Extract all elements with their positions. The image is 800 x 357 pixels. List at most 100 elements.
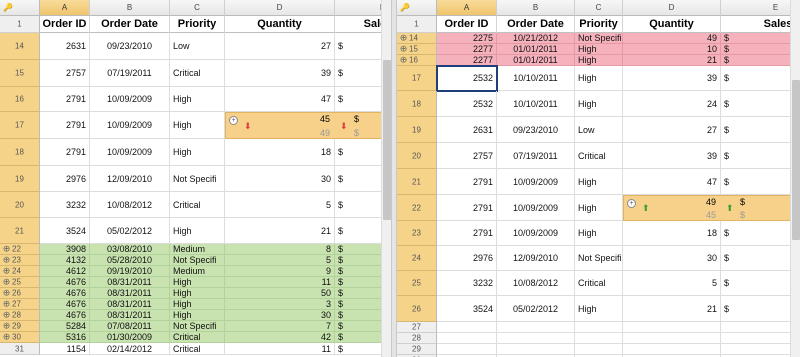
sales-cell[interactable]: $507: [721, 221, 800, 245]
column-letter-E[interactable]: E: [721, 0, 800, 16]
row-number-17[interactable]: 17: [0, 112, 40, 139]
order-date-cell[interactable]: 07/19/2011: [497, 143, 575, 168]
order-date-cell[interactable]: 10/08/2012: [497, 271, 575, 295]
order-date-cell[interactable]: 08/31/2011: [90, 277, 170, 287]
empty-cell[interactable]: [721, 333, 800, 344]
empty-cell[interactable]: [437, 322, 497, 333]
order-id-cell[interactable]: 2532: [437, 91, 497, 116]
select-all-corner[interactable]: 🔑: [397, 0, 437, 16]
row-number-19[interactable]: 19: [0, 166, 40, 192]
expand-icon[interactable]: +: [229, 116, 238, 125]
empty-cell[interactable]: [575, 344, 623, 355]
order-id-cell[interactable]: 2791: [40, 112, 90, 138]
row-number-1[interactable]: 1: [0, 16, 40, 33]
order-date-cell[interactable]: 09/23/2010: [90, 33, 170, 59]
order-id-cell[interactable]: 2791: [437, 169, 497, 194]
column-header-B[interactable]: Order Date: [90, 16, 170, 33]
order-id-cell[interactable]: 2631: [40, 33, 90, 59]
expand-icon[interactable]: ⊕: [2, 332, 11, 342]
scrollbar-thumb[interactable]: [792, 80, 800, 240]
order-id-cell[interactable]: 2791: [437, 195, 497, 220]
order-date-cell[interactable]: 01/01/2011: [497, 55, 575, 65]
row-number-18[interactable]: 18: [397, 91, 437, 117]
scrollbar-thumb[interactable]: [383, 60, 391, 220]
order-id-cell[interactable]: 4612: [40, 266, 90, 276]
priority-cell[interactable]: Critical: [170, 332, 225, 342]
expand-icon[interactable]: ⊕: [2, 310, 11, 320]
row-number-18[interactable]: 18: [0, 139, 40, 166]
quantity-cell[interactable]: 11: [225, 343, 335, 354]
order-id-cell[interactable]: 2277: [437, 44, 497, 54]
order-date-cell[interactable]: 05/28/2010: [90, 255, 170, 265]
order-id-cell[interactable]: 2791: [40, 87, 90, 111]
order-date-cell[interactable]: 10/10/2011: [497, 66, 575, 90]
empty-cell[interactable]: [623, 322, 721, 333]
empty-cell[interactable]: [575, 333, 623, 344]
order-id-cell[interactable]: 1154: [40, 343, 90, 354]
row-number-1[interactable]: 1: [397, 16, 437, 33]
empty-cell[interactable]: [437, 333, 497, 344]
order-id-cell[interactable]: 2631: [437, 117, 497, 142]
order-date-cell[interactable]: 10/09/2009: [90, 139, 170, 165]
row-number-20[interactable]: 20: [0, 192, 40, 218]
quantity-cell[interactable]: 30: [623, 246, 721, 270]
empty-cell[interactable]: [575, 322, 623, 333]
priority-cell[interactable]: High: [575, 169, 623, 194]
row-number-28[interactable]: ⊕ 28: [0, 310, 40, 321]
empty-cell[interactable]: [623, 333, 721, 344]
quantity-cell[interactable]: 21: [225, 218, 335, 243]
row-number-17[interactable]: 17: [397, 66, 437, 91]
column-letter-D[interactable]: D: [225, 0, 335, 16]
priority-cell[interactable]: Not Specifi: [170, 166, 225, 191]
sales-cell[interactable]: $66: [721, 44, 800, 54]
column-letter-B[interactable]: B: [90, 0, 170, 16]
priority-cell[interactable]: High: [170, 310, 225, 320]
order-date-cell[interactable]: 08/31/2011: [90, 310, 170, 320]
right-spreadsheet-pane[interactable]: 🔑 A B C D E Order ID Order Date Priority Quantity…: [397, 0, 800, 357]
left-spreadsheet-pane[interactable]: 🔑ABCDEOrder IDOrder DatePriorityQuantity…: [0, 0, 391, 357]
row-number-15[interactable]: ⊕ 15: [397, 44, 437, 55]
order-date-cell[interactable]: 12/09/2010: [497, 246, 575, 270]
expand-icon[interactable]: ⊕: [2, 266, 11, 276]
order-id-cell[interactable]: 4676: [40, 277, 90, 287]
expand-icon[interactable]: ⊕: [2, 277, 11, 287]
row-number-29[interactable]: ⊕ 29: [0, 321, 40, 332]
priority-cell[interactable]: Critical: [170, 343, 225, 354]
row-number-27[interactable]: ⊕ 27: [0, 299, 40, 310]
vertical-scrollbar[interactable]: [790, 0, 800, 357]
priority-cell[interactable]: Critical: [575, 271, 623, 295]
empty-cell[interactable]: [721, 322, 800, 333]
order-id-cell[interactable]: 2275: [437, 33, 497, 43]
quantity-cell[interactable]: 18: [623, 221, 721, 245]
quantity-cell[interactable]: 8: [225, 244, 335, 254]
column-header-E[interactable]: Sales (USD): [721, 16, 800, 33]
order-date-cell[interactable]: 09/19/2010: [90, 266, 170, 276]
quantity-cell[interactable]: 10: [623, 44, 721, 54]
row-number-15[interactable]: 15: [0, 60, 40, 87]
sales-cell[interactable]: $278: [721, 33, 800, 43]
quantity-cell[interactable]: 39: [623, 143, 721, 168]
column-letter-B[interactable]: B: [497, 0, 575, 16]
order-date-cell[interactable]: 10/08/2012: [90, 192, 170, 217]
priority-cell[interactable]: High: [575, 44, 623, 54]
priority-cell[interactable]: High: [575, 66, 623, 90]
order-id-cell[interactable]: 5316: [40, 332, 90, 342]
row-number-24[interactable]: ⊕ 24: [0, 266, 40, 277]
priority-cell[interactable]: Critical: [170, 60, 225, 86]
row-number-20[interactable]: 20: [397, 143, 437, 169]
sales-cell[interactable]: $14,223: [721, 246, 800, 270]
column-letter-C[interactable]: C: [170, 0, 225, 16]
row-number-26[interactable]: ⊕ 26: [0, 288, 40, 299]
select-all-corner[interactable]: 🔑: [0, 0, 40, 16]
sales-cell[interactable]: $845: [721, 55, 800, 65]
sales-cell[interactable]: $3,554: [721, 143, 800, 168]
order-id-cell[interactable]: 4676: [40, 288, 90, 298]
row-number-14[interactable]: 14: [0, 33, 40, 60]
column-header-D[interactable]: Quantity: [623, 16, 721, 33]
order-date-cell[interactable]: 08/31/2011: [90, 299, 170, 309]
priority-cell[interactable]: High: [170, 112, 225, 138]
priority-cell[interactable]: Medium: [170, 244, 225, 254]
order-id-cell[interactable]: 2277: [437, 55, 497, 65]
row-number-19[interactable]: 19: [397, 117, 437, 143]
order-date-cell[interactable]: 10/09/2009: [497, 221, 575, 245]
